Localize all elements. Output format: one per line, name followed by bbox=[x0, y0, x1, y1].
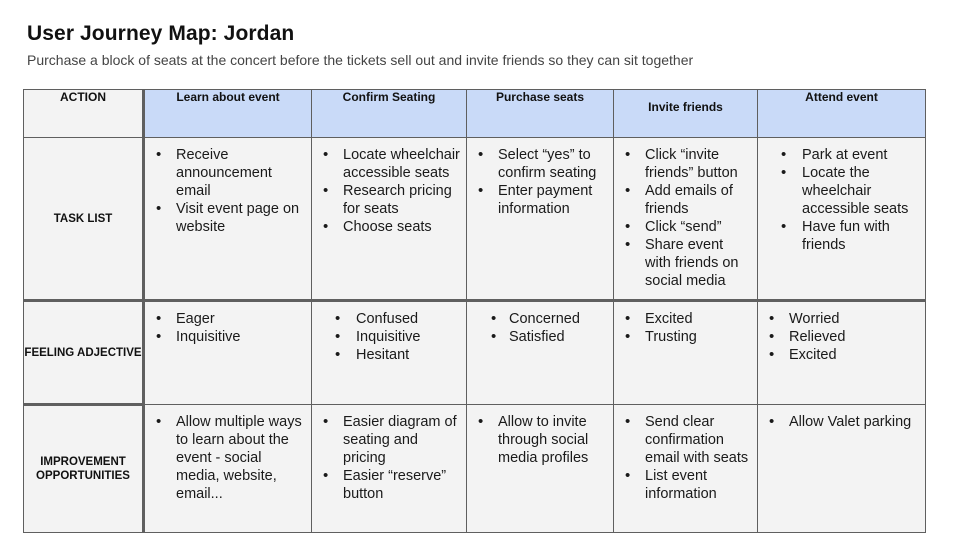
row-label-feeling-adjective: FEELING ADJECTIVE bbox=[23, 300, 145, 406]
list-item: Trusting bbox=[624, 328, 751, 346]
list-item: Satisfied bbox=[477, 328, 607, 346]
cell-impr-confirm: Easier diagram of seating and pricing Ea… bbox=[311, 404, 467, 533]
list-item: Easier “reserve” button bbox=[322, 467, 460, 503]
list-item: Excited bbox=[624, 310, 751, 328]
list-item: Send clear confirmation email with seats bbox=[624, 413, 751, 467]
cell-impr-learn: Allow multiple ways to learn about the e… bbox=[143, 404, 312, 533]
cell-task-purchase: Select “yes” to confirm seating Enter pa… bbox=[466, 137, 614, 302]
cell-task-attend: Park at event Locate the wheelchair acce… bbox=[757, 137, 926, 302]
list-item: Allow to invite through social media pro… bbox=[477, 413, 607, 467]
list-item: Locate the wheelchair accessible seats bbox=[768, 164, 919, 218]
list-item: Hesitant bbox=[322, 346, 460, 364]
list-item: Inquisitive bbox=[155, 328, 305, 346]
list-item: Confused bbox=[322, 310, 460, 328]
stage-header-row: ACTION Learn about event Confirm Seating… bbox=[23, 89, 926, 138]
list-item: List event information bbox=[624, 467, 751, 503]
list-item: Research pricing for seats bbox=[322, 182, 460, 218]
row-improvement-opportunities: IMPROVEMENT OPPORTUNITIES Allow multiple… bbox=[23, 404, 926, 533]
stage-header-purchase: Purchase seats bbox=[466, 89, 614, 138]
list-item: Excited bbox=[768, 346, 919, 364]
cell-feel-learn: Eager Inquisitive bbox=[143, 300, 312, 405]
list-item: Relieved bbox=[768, 328, 919, 346]
cell-feel-attend: Worried Relieved Excited bbox=[757, 300, 926, 405]
list-item: Easier diagram of seating and pricing bbox=[322, 413, 460, 467]
cell-feel-purchase: Concerned Satisfied bbox=[466, 300, 614, 405]
list-item: Share event with friends on social media bbox=[624, 236, 751, 290]
list-item: Worried bbox=[768, 310, 919, 328]
list-item: Select “yes” to confirm seating bbox=[477, 146, 607, 182]
list-item: Inquisitive bbox=[322, 328, 460, 346]
cell-feel-invite: Excited Trusting bbox=[613, 300, 758, 405]
corner-label-action: ACTION bbox=[23, 89, 145, 138]
stage-header-learn: Learn about event bbox=[143, 89, 312, 138]
stage-header-attend: Attend event bbox=[757, 89, 926, 138]
list-item: Eager bbox=[155, 310, 305, 328]
cell-impr-purchase: Allow to invite through social media pro… bbox=[466, 404, 614, 533]
journey-map-table: ACTION Learn about event Confirm Seating… bbox=[23, 89, 926, 533]
list-item: Locate wheelchair accessible seats bbox=[322, 146, 460, 182]
cell-task-invite: Click “invite friends” button Add emails… bbox=[613, 137, 758, 302]
cell-task-confirm: Locate wheelchair accessible seats Resea… bbox=[311, 137, 467, 302]
list-item: Enter payment information bbox=[477, 182, 607, 218]
cell-feel-confirm: Confused Inquisitive Hesitant bbox=[311, 300, 467, 405]
row-task-list: TASK LIST Receive announcement email Vis… bbox=[23, 137, 926, 302]
row-feeling-adjective: FEELING ADJECTIVE Eager Inquisitive Conf… bbox=[23, 300, 926, 406]
cell-impr-invite: Send clear confirmation email with seats… bbox=[613, 404, 758, 533]
stage-header-confirm: Confirm Seating bbox=[311, 89, 467, 138]
page-subtitle: Purchase a block of seats at the concert… bbox=[27, 52, 694, 68]
list-item: Click “send” bbox=[624, 218, 751, 236]
list-item: Allow Valet parking bbox=[768, 413, 919, 431]
list-item: Park at event bbox=[768, 146, 919, 164]
list-item: Add emails of friends bbox=[624, 182, 751, 218]
stage-header-invite: Invite friends bbox=[613, 89, 758, 138]
list-item: Allow multiple ways to learn about the e… bbox=[155, 413, 305, 503]
cell-task-learn: Receive announcement email Visit event p… bbox=[143, 137, 312, 302]
list-item: Visit event page on website bbox=[155, 200, 305, 236]
list-item: Click “invite friends” button bbox=[624, 146, 751, 182]
row-label-task-list: TASK LIST bbox=[23, 137, 145, 302]
list-item: Concerned bbox=[477, 310, 607, 328]
list-item: Have fun with friends bbox=[768, 218, 919, 254]
list-item: Receive announcement email bbox=[155, 146, 305, 200]
page-title: User Journey Map: Jordan bbox=[27, 22, 295, 45]
cell-impr-attend: Allow Valet parking bbox=[757, 404, 926, 533]
row-label-improvement-opportunities: IMPROVEMENT OPPORTUNITIES bbox=[23, 404, 145, 533]
list-item: Choose seats bbox=[322, 218, 460, 236]
